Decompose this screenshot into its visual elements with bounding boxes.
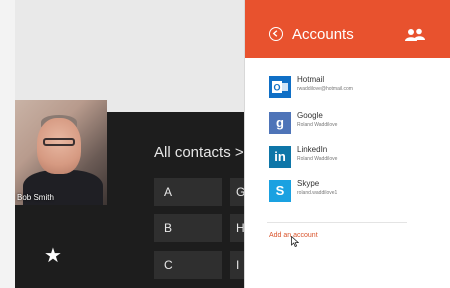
- back-arrow-circle-icon[interactable]: [269, 27, 283, 41]
- all-contacts-label: All contacts: [154, 144, 231, 161]
- google-icon: g: [269, 112, 291, 134]
- letter-tile-g[interactable]: G: [230, 178, 244, 206]
- contact-photo-glasses: [43, 138, 75, 146]
- accounts-flyout: Accounts O Hotmail rwaddilove@hotmail.co…: [245, 0, 450, 288]
- account-detail: rwaddilove@hotmail.com: [297, 86, 353, 92]
- letter-tile-a[interactable]: A: [154, 178, 222, 206]
- letter-tile-i[interactable]: I: [230, 251, 244, 279]
- letter-tile-h[interactable]: H: [230, 214, 244, 242]
- account-detail: roland.waddilove1: [297, 190, 338, 196]
- account-name: Skype: [297, 179, 320, 188]
- mouse-cursor-icon: [291, 236, 299, 247]
- chevron-right-icon: >: [234, 144, 244, 161]
- header-area: [15, 0, 245, 112]
- linkedin-icon: in: [269, 146, 291, 168]
- account-name: LinkedIn: [297, 145, 328, 154]
- star-icon[interactable]: ★: [44, 246, 62, 266]
- all-contacts-heading[interactable]: All contacts >: [154, 144, 244, 161]
- people-icon[interactable]: [405, 28, 425, 42]
- outlook-icon: O: [269, 76, 291, 98]
- skype-icon: S: [269, 180, 291, 202]
- letter-tile-b[interactable]: B: [154, 214, 222, 242]
- contact-tile-bob-smith[interactable]: Bob Smith: [15, 100, 107, 205]
- account-name: Hotmail: [297, 75, 325, 84]
- left-edge: [0, 0, 15, 288]
- flyout-header: Accounts: [245, 0, 450, 58]
- account-name: Google: [297, 111, 323, 120]
- account-detail: Roland Waddilove: [297, 156, 338, 162]
- divider: [267, 222, 407, 223]
- flyout-title: Accounts: [292, 26, 354, 43]
- contact-name: Bob Smith: [17, 193, 54, 202]
- contact-photo-face: [37, 118, 81, 174]
- letter-tile-c[interactable]: C: [154, 251, 222, 279]
- account-detail: Roland Waddilove: [297, 122, 338, 128]
- svg-text:O: O: [273, 83, 280, 93]
